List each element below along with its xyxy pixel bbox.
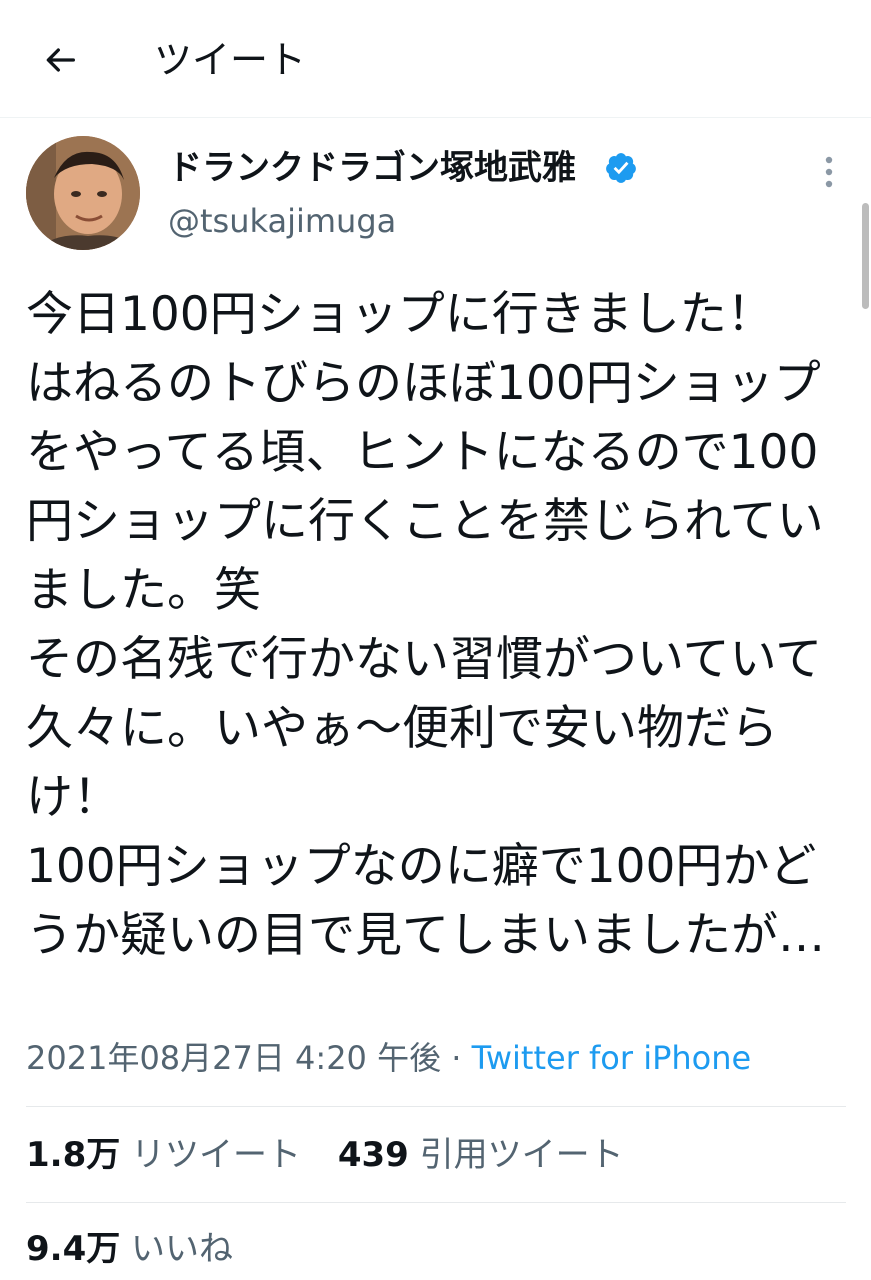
author-display-name[interactable]: ドランクドラゴン塚地武雅 <box>168 146 576 190</box>
retweets-stat[interactable]: 1.8万 リツイート <box>26 1135 301 1175</box>
retweets-count: 1.8万 <box>26 1135 121 1175</box>
avatar-photo <box>26 136 140 250</box>
meta-separator: · <box>441 1039 472 1077</box>
quotes-label: 引用ツイート <box>419 1135 624 1175</box>
retweets-label: リツイート <box>131 1135 302 1175</box>
divider <box>26 1106 846 1107</box>
stats-row-retweets: 1.8万 リツイート 439 引用ツイート <box>26 1132 624 1178</box>
quotes-count: 439 <box>337 1135 409 1175</box>
back-button[interactable] <box>34 34 86 86</box>
tweet-text: 今日100円ショップに行きました！ はねるのトびらのほぼ100円ショップをやって… <box>26 287 825 963</box>
divider <box>26 1202 846 1203</box>
tweet-timestamp[interactable]: 2021年08月27日 4:20 午後 <box>26 1039 441 1077</box>
arrow-left-icon <box>46 48 75 72</box>
quotes-stat[interactable]: 439 引用ツイート <box>338 1135 624 1175</box>
likes-label: いいね <box>131 1229 234 1269</box>
page-title: ツイート <box>154 38 307 82</box>
author-handle[interactable]: @tsukajimuga <box>168 200 396 242</box>
tweet-meta: 2021年08月27日 4:20 午後 · Twitter for iPhone <box>26 1036 751 1080</box>
scrollbar-thumb[interactable] <box>862 203 869 309</box>
top-bar: ツイート <box>0 0 871 118</box>
stats-row-likes: 9.4万 いいね <box>26 1226 233 1272</box>
verified-badge-icon <box>606 153 636 183</box>
likes-count: 9.4万 <box>26 1229 121 1269</box>
more-options-icon[interactable] <box>812 150 846 194</box>
avatar[interactable] <box>26 136 140 250</box>
tweet-source-link[interactable]: Twitter for iPhone <box>472 1039 752 1077</box>
likes-stat[interactable]: 9.4万 いいね <box>26 1229 233 1269</box>
